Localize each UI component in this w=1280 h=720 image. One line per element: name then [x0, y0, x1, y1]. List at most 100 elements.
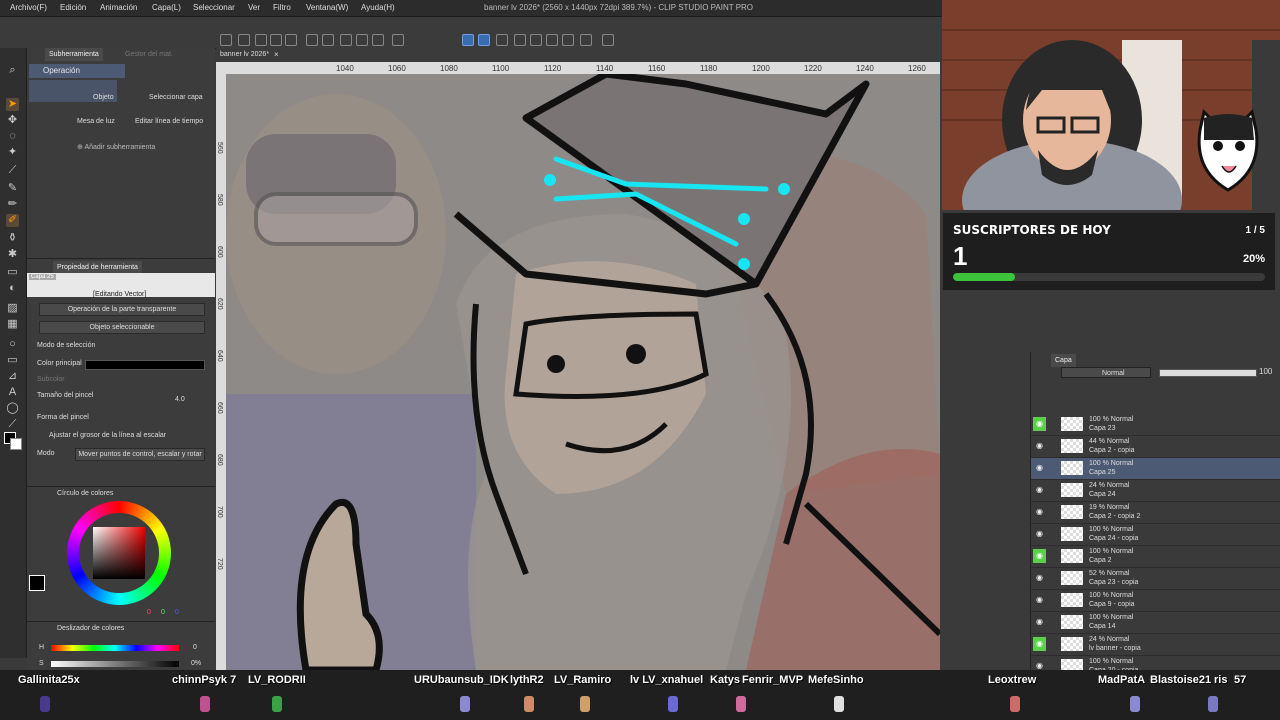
ruler-icon[interactable]: [514, 34, 526, 46]
snap-grid-icon[interactable]: [496, 34, 508, 46]
subtool-lighttable[interactable]: Mesa de luz: [77, 118, 115, 125]
eyedropper-icon[interactable]: ⟋: [6, 164, 19, 177]
eye-icon[interactable]: ◉: [1033, 417, 1046, 431]
tool-button[interactable]: [220, 34, 232, 46]
current-color-swatch[interactable]: [29, 575, 45, 591]
ruler-tool-icon[interactable]: ⊿: [6, 370, 19, 383]
canvas-area[interactable]: banner lv 2026* × 1040 1060 1080 1100 11…: [216, 48, 940, 670]
eye-icon[interactable]: ◉: [1033, 637, 1046, 651]
opacity-value[interactable]: 100: [1259, 367, 1272, 376]
ruler-tick: 1100: [492, 64, 510, 73]
layer-row[interactable]: ◉ 24 % Normal Capa 24: [1031, 480, 1280, 502]
ruler2-icon[interactable]: [530, 34, 542, 46]
sub-color-swatch[interactable]: [10, 438, 22, 450]
ruler4-icon[interactable]: [562, 34, 574, 46]
eye-icon[interactable]: ◉: [1033, 659, 1046, 670]
ruler3-icon[interactable]: [546, 34, 558, 46]
canvas-tab[interactable]: banner lv 2026*: [220, 51, 269, 58]
new-icon[interactable]: [255, 34, 267, 46]
ruler5-icon[interactable]: [580, 34, 592, 46]
tab-layer[interactable]: Capa: [1051, 354, 1076, 367]
airbrush-icon[interactable]: ⚱: [6, 232, 19, 245]
menu-animacion[interactable]: Animación: [100, 3, 137, 12]
menu-filtro[interactable]: Filtro: [273, 3, 291, 12]
blend-icon[interactable]: ◐: [6, 282, 19, 295]
save-icon[interactable]: [285, 34, 297, 46]
frame-icon[interactable]: ▭: [6, 354, 19, 367]
operation-icon[interactable]: ➤: [6, 98, 19, 111]
eye-icon[interactable]: ◉: [1033, 527, 1046, 541]
balloon-icon[interactable]: ◯: [6, 402, 19, 415]
deselect-icon[interactable]: [392, 34, 404, 46]
add-subtool-button[interactable]: ⊕ Añadir subherramienta: [77, 143, 155, 151]
eye-icon[interactable]: ◉: [1033, 461, 1046, 475]
tool-button[interactable]: [238, 34, 250, 46]
layer-row[interactable]: ◉ 100 % Normal Capa 25: [1031, 458, 1280, 480]
saturation-square[interactable]: [93, 527, 145, 579]
layer-row[interactable]: ◉ 100 % Normal Capa 9 - copia: [1031, 590, 1280, 612]
move-icon[interactable]: ✥: [6, 114, 19, 127]
layer-row[interactable]: ◉100 % NormalCapa 20 - copia: [1031, 656, 1280, 670]
snap-special-ruler-icon[interactable]: [478, 34, 490, 46]
menu-ayuda[interactable]: Ayuda(H): [361, 3, 395, 12]
brush-size-value[interactable]: 4.0: [175, 396, 185, 403]
selectable-object-button[interactable]: Objeto seleccionable: [39, 321, 205, 334]
subtool-timeline[interactable]: Editar línea de tiempo: [135, 118, 203, 125]
mode-select[interactable]: Mover puntos de control, escalar y rotar: [75, 448, 205, 461]
menu-ver[interactable]: Ver: [248, 3, 260, 12]
transparent-op-button[interactable]: Operación de la parte transparente: [39, 303, 205, 316]
eye-icon[interactable]: ◉: [1033, 593, 1046, 607]
wand-icon[interactable]: ✦: [6, 146, 19, 159]
undo-icon[interactable]: [306, 34, 318, 46]
main-color-bar[interactable]: [85, 360, 205, 370]
lasso-icon[interactable]: ◌: [6, 130, 19, 143]
layer-row[interactable]: ◉ 24 % Normal lv banner - copia: [1031, 634, 1280, 656]
eye-icon[interactable]: ◉: [1033, 571, 1046, 585]
tab-subtool[interactable]: Subherramienta: [45, 48, 103, 61]
menu-ventana[interactable]: Ventana(W): [306, 3, 348, 12]
menu-archivo[interactable]: Archivo(F): [10, 3, 47, 12]
hue-slider[interactable]: [51, 645, 179, 651]
figure-icon[interactable]: ○: [6, 338, 19, 351]
clear-icon[interactable]: [340, 34, 352, 46]
saturation-slider[interactable]: [51, 661, 179, 667]
text-icon[interactable]: A: [6, 386, 19, 399]
brush-icon[interactable]: ✐: [6, 214, 19, 227]
layer-row[interactable]: ◉ 100 % Normal Capa 23: [1031, 414, 1280, 436]
eye-icon[interactable]: ◉: [1033, 615, 1046, 629]
layer-row[interactable]: ◉ 100 % Normal Capa 2: [1031, 546, 1280, 568]
eye-icon[interactable]: ◉: [1033, 439, 1046, 453]
settings-icon[interactable]: [602, 34, 614, 46]
layer-row[interactable]: ◉ 100 % Normal Capa 14: [1031, 612, 1280, 634]
eye-icon[interactable]: ◉: [1033, 549, 1046, 563]
menu-capa[interactable]: Capa(L): [152, 3, 181, 12]
transform-icon[interactable]: [372, 34, 384, 46]
pencil-icon[interactable]: ✏: [6, 198, 19, 211]
zoom-icon[interactable]: ⌕: [6, 64, 19, 77]
close-tab-icon[interactable]: ×: [274, 50, 279, 59]
drawing-canvas[interactable]: [226, 70, 940, 670]
opacity-slider[interactable]: [1159, 369, 1257, 377]
layer-row[interactable]: ◉ 52 % Normal Capa 23 - copia: [1031, 568, 1280, 590]
eye-icon[interactable]: ◉: [1033, 505, 1046, 519]
eye-icon[interactable]: ◉: [1033, 483, 1046, 497]
adjust-width-checkbox[interactable]: Ajustar el grosor de la línea al escalar: [49, 432, 166, 439]
decoration-icon[interactable]: ✱: [6, 248, 19, 261]
menu-seleccionar[interactable]: Seleccionar: [193, 3, 235, 12]
layer-row[interactable]: ◉ 100 % Normal Capa 24 - copia: [1031, 524, 1280, 546]
fill-icon[interactable]: [356, 34, 368, 46]
tab-material[interactable]: Gestor del mat.: [121, 48, 177, 61]
eraser-icon[interactable]: ▭: [6, 266, 19, 279]
gradient-icon[interactable]: ▦: [6, 318, 19, 331]
menu-edicion[interactable]: Edición: [60, 3, 86, 12]
snap-ruler-icon[interactable]: [462, 34, 474, 46]
blend-mode-select[interactable]: Normal: [1061, 367, 1151, 378]
redo-icon[interactable]: [322, 34, 334, 46]
fill-tool-icon[interactable]: ▨: [6, 302, 19, 315]
correct-line-icon[interactable]: ⟋: [6, 418, 19, 431]
subtool-select-layer[interactable]: Seleccionar capa: [149, 94, 203, 101]
pen-icon[interactable]: ✎: [6, 182, 19, 195]
layer-row[interactable]: ◉ 19 % Normal Capa 2 - copia 2: [1031, 502, 1280, 524]
open-icon[interactable]: [270, 34, 282, 46]
layer-row[interactable]: ◉ 44 % Normal Capa 2 - copia: [1031, 436, 1280, 458]
